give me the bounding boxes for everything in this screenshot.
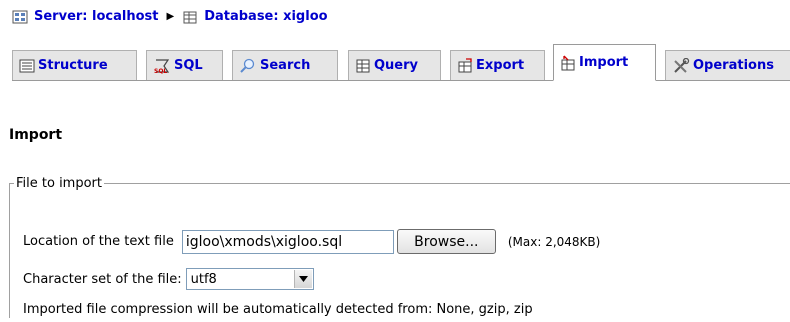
- database-icon: [183, 11, 197, 23]
- compression-note: Imported file compression will be automa…: [23, 302, 533, 317]
- structure-icon: [19, 59, 35, 72]
- breadcrumb-database-link[interactable]: Database: xigloo: [204, 9, 327, 24]
- tab-bar: Structure SQL SQL Search Query Export Im…: [0, 44, 790, 84]
- breadcrumb-server-link[interactable]: Server: localhost: [34, 9, 158, 24]
- file-path-value: igloo\xmods\xigloo.sql: [185, 233, 343, 250]
- operations-icon: [674, 57, 690, 73]
- search-icon: [240, 58, 255, 73]
- tab-export-label: Export: [476, 58, 525, 73]
- charset-row: Character set of the file: utf8: [23, 268, 314, 290]
- charset-select[interactable]: utf8: [185, 268, 314, 290]
- browse-button[interactable]: Browse...: [396, 229, 496, 254]
- tab-search[interactable]: Search: [232, 50, 338, 80]
- file-location-row: Location of the text file igloo\xmods\xi…: [23, 229, 600, 254]
- compression-note-row: Imported file compression will be automa…: [23, 302, 533, 317]
- file-location-label: Location of the text file: [23, 234, 174, 249]
- tab-structure[interactable]: Structure: [12, 50, 137, 80]
- tab-search-label: Search: [260, 58, 311, 73]
- export-icon: [458, 57, 472, 72]
- query-icon: [356, 59, 370, 72]
- page-title: Import: [9, 127, 63, 143]
- charset-value: utf8: [190, 271, 217, 287]
- tab-import[interactable]: Import: [553, 44, 656, 81]
- tab-import-label: Import: [579, 55, 629, 70]
- import-icon: [561, 55, 575, 70]
- tab-bar-baseline: [12, 80, 790, 81]
- breadcrumb-separator: ▶: [166, 11, 175, 22]
- tab-sql[interactable]: SQL SQL: [146, 50, 223, 80]
- svg-text:SQL: SQL: [154, 68, 167, 74]
- tab-query-label: Query: [374, 58, 419, 73]
- tab-sql-label: SQL: [174, 58, 203, 73]
- tab-operations-label: Operations: [693, 58, 774, 73]
- sql-icon: SQL: [154, 58, 170, 74]
- file-path-input[interactable]: igloo\xmods\xigloo.sql: [181, 229, 394, 254]
- tab-export[interactable]: Export: [450, 50, 545, 80]
- chevron-down-icon[interactable]: [293, 270, 312, 288]
- tab-operations[interactable]: Operations: [665, 50, 790, 80]
- charset-label: Character set of the file:: [23, 271, 182, 287]
- server-icon: [12, 10, 28, 23]
- max-size-label: (Max: 2,048KB): [507, 234, 601, 249]
- tab-query[interactable]: Query: [348, 50, 441, 80]
- file-to-import-legend: File to import: [16, 176, 102, 191]
- breadcrumb: Server: localhost ▶ Database: xigloo: [12, 9, 328, 24]
- file-to-import-fieldset: File to import Location of the text file…: [9, 176, 790, 318]
- tab-structure-label: Structure: [38, 58, 108, 73]
